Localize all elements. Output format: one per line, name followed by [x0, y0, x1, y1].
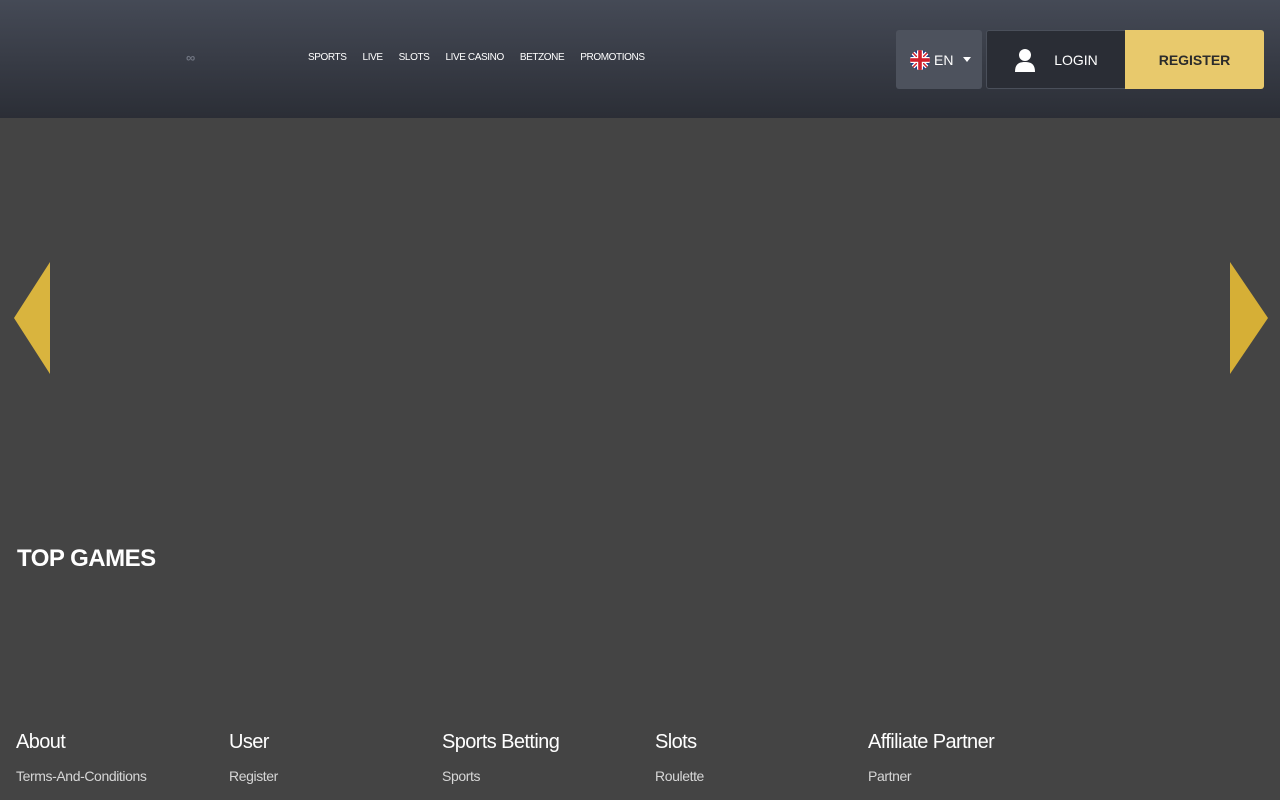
- nav-live-casino[interactable]: LIVE CASINO: [445, 52, 504, 64]
- footer-link[interactable]: Terms-And-Conditions: [16, 768, 147, 784]
- chevron-down-icon: [963, 57, 972, 62]
- login-button[interactable]: LOGIN: [986, 30, 1126, 89]
- footer-link[interactable]: Register: [229, 768, 278, 784]
- nav-promotions[interactable]: PROMOTIONS: [580, 52, 645, 64]
- language-selector[interactable]: EN: [896, 30, 982, 89]
- footer-link[interactable]: Sports: [442, 768, 559, 784]
- footer-column-about: About Terms-And-Conditions: [16, 730, 147, 784]
- footer-column-slots: Slots Roulette: [655, 730, 704, 784]
- language-code: EN: [934, 51, 954, 68]
- nav-live[interactable]: LIVE: [363, 52, 383, 64]
- login-label: LOGIN: [1054, 51, 1098, 68]
- main-nav: SPORTS LIVE SLOTS LIVE CASINO BETZONE PR…: [308, 52, 661, 64]
- nav-sports[interactable]: SPORTS: [308, 52, 347, 64]
- footer-heading: User: [229, 731, 269, 753]
- triangle-right-icon[interactable]: [1230, 262, 1268, 374]
- nav-betzone[interactable]: BETZONE: [520, 52, 565, 64]
- triangle-left-icon[interactable]: [14, 262, 50, 374]
- user-icon: [1015, 48, 1036, 72]
- top-games-title: TOP GAMES: [17, 545, 156, 572]
- nav-slots[interactable]: SLOTS: [399, 52, 430, 64]
- site-header: ∞ SPORTS LIVE SLOTS LIVE CASINO BETZONE …: [0, 0, 1280, 118]
- footer-heading: Sports Betting: [442, 731, 560, 753]
- logo[interactable]: ∞: [186, 51, 204, 65]
- register-button[interactable]: REGISTER: [1125, 30, 1264, 89]
- footer-link[interactable]: Partner: [868, 768, 994, 784]
- footer-column-affiliate-partner: Affiliate Partner Partner: [868, 730, 995, 784]
- footer-heading: Slots: [655, 731, 697, 753]
- footer-column-user: User Register: [229, 730, 278, 784]
- footer-link[interactable]: Roulette: [655, 768, 704, 784]
- footer-column-sports-betting: Sports Betting Sports: [442, 730, 560, 784]
- footer-heading: About: [16, 731, 66, 753]
- footer-heading: Affiliate Partner: [868, 731, 995, 753]
- uk-flag-icon: [910, 49, 930, 70]
